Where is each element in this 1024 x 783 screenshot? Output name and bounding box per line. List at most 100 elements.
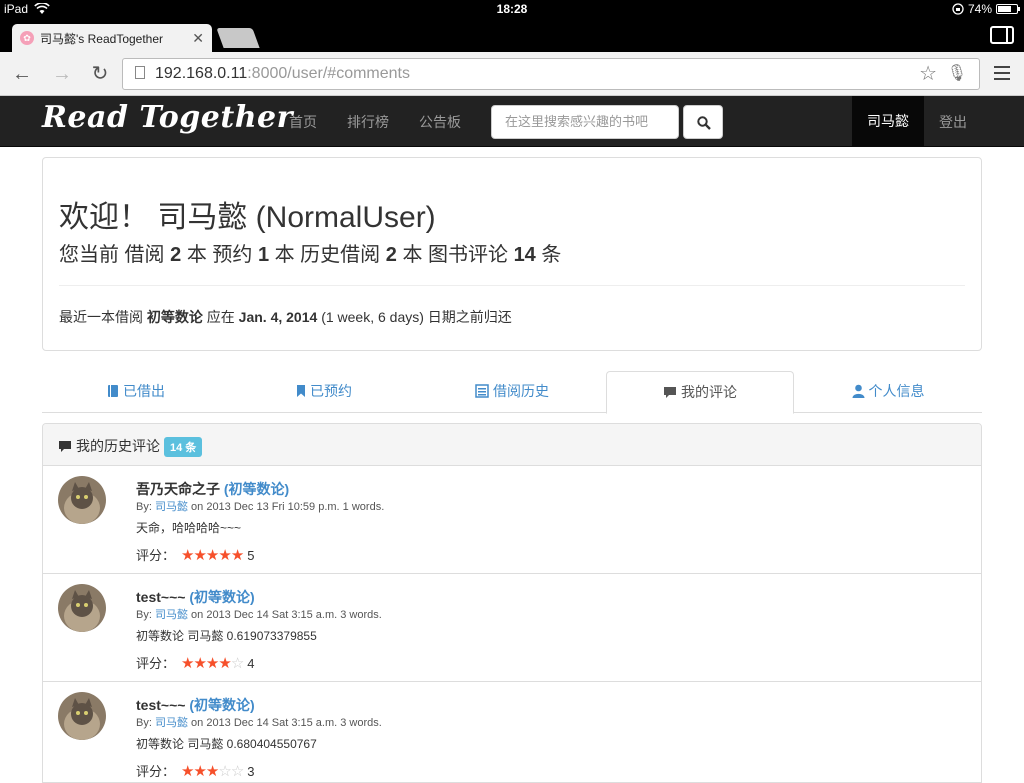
logout-link[interactable]: 登出 (939, 112, 967, 132)
due-notice: 最近一本借阅 初等数论 应在 Jan. 4, 2014 (1 week, 6 d… (59, 309, 512, 325)
new-tab-button[interactable] (216, 28, 260, 48)
star-filled-icon: ★ (205, 547, 219, 564)
star-filled-icon: ★ (193, 655, 206, 672)
book-link[interactable]: (初等数论) (189, 589, 254, 605)
star-empty-icon: ☆ (230, 763, 244, 780)
star-empty-icon: ☆ (230, 655, 244, 672)
comment-body: 天命，哈哈哈哈~~~ (136, 521, 242, 535)
welcome-heading: 欢迎！ 司马懿 (NormalUser) (59, 201, 436, 234)
star-empty-icon: ☆ (218, 763, 231, 780)
reload-icon[interactable]: ↻ (88, 62, 112, 86)
author-link[interactable]: 司马懿 (155, 501, 188, 513)
comment-meta: By: 司马懿 on 2013 Dec 14 Sat 3:15 a.m. 3 w… (136, 717, 382, 729)
search-button[interactable] (683, 105, 723, 139)
nav-link-ranking[interactable]: 排行榜 (347, 112, 389, 132)
bookmark-star-icon[interactable]: ☆ (919, 59, 937, 89)
browser-tab-strip: ✿ 司马懿's ReadTogether ✕ (0, 20, 1024, 52)
tab-my-comments[interactable]: 我的评论 (606, 371, 794, 414)
user-stats: 您当前 借阅 2 本 预约 1 本 历史借阅 2 本 图书评论 14 条 (59, 244, 562, 266)
avatar[interactable] (58, 692, 106, 740)
comment-meta: By: 司马懿 on 2013 Dec 13 Fri 10:59 p.m. 1 … (136, 501, 385, 513)
rating-value: 4 (247, 656, 255, 671)
comments-panel: 我的历史评论 14 条 吾乃天命之子 (初等数论) By: 司马懿 on 2013… (42, 423, 982, 783)
divider (59, 285, 965, 286)
close-tab-icon[interactable]: ✕ (192, 30, 204, 47)
comment-count: 14 (513, 244, 536, 266)
star-filled-icon: ★ (205, 655, 219, 672)
url-host: 192.168.0.11 (155, 65, 248, 82)
cat-photo-icon (58, 476, 106, 524)
menu-icon[interactable] (994, 66, 1010, 80)
rotation-lock-icon (952, 3, 964, 15)
browser-tab-title: 司马懿's ReadTogether (40, 31, 164, 46)
comment-item: test~~~ (初等数论) By: 司马懿 on 2013 Dec 14 Sa… (43, 574, 981, 682)
star-filled-icon: ★ (193, 763, 206, 780)
brand-logo[interactable]: Read Together (42, 100, 293, 135)
nav-user[interactable]: 司马懿 (852, 96, 924, 147)
search-icon (697, 116, 711, 130)
star-filled-icon: ★ (181, 547, 194, 564)
address-bar[interactable]: 192.168.0.11:8000/user/#comments ☆ 🎙︎ (122, 58, 980, 90)
microphone-icon[interactable]: 🎙︎ (947, 59, 967, 89)
star-filled-icon: ★ (193, 547, 206, 564)
comment-item: 吾乃天命之子 (初等数论) By: 司马懿 on 2013 Dec 13 Fri… (43, 466, 981, 574)
nav-link-board[interactable]: 公告板 (419, 112, 461, 132)
site-navbar: Read Together 首页 排行榜 公告板 在这里搜索感兴趣的书吧 司马懿… (0, 96, 1024, 147)
battery-icon (996, 4, 1020, 14)
comment-list: 吾乃天命之子 (初等数论) By: 司马懿 on 2013 Dec 13 Fri… (43, 466, 981, 782)
book-link[interactable]: (初等数论) (224, 481, 289, 497)
book-link[interactable]: (初等数论) (189, 697, 254, 713)
comment-count-badge: 14 条 (164, 437, 203, 457)
page-icon (135, 66, 145, 79)
comment-title: 吾乃天命之子 (初等数论) (136, 481, 290, 497)
comment-icon (59, 441, 71, 452)
welcome-panel: 欢迎！ 司马懿 (NormalUser) 您当前 借阅 2 本 预约 1 本 历… (42, 157, 982, 351)
battery-fill (998, 6, 1012, 12)
browser-toolbar: ← → ↻ 192.168.0.11:8000/user/#comments ☆… (0, 52, 1024, 96)
url-path: :8000/user/#comments (247, 65, 410, 82)
profile-tabs: 已借出 已预约 借阅历史 我的评论 个人信息 (42, 371, 982, 414)
avatar[interactable] (58, 476, 106, 524)
status-bar: iPad 18:28 74% (0, 0, 1024, 20)
star-rating: ★★★☆☆ (181, 763, 244, 780)
rating-value: 5 (247, 548, 255, 563)
comment-rating: 评分： ★★★★★ 5 (136, 547, 255, 564)
battery-percent: 74% (967, 2, 992, 16)
star-rating: ★★★★☆ (181, 655, 244, 672)
star-filled-icon: ★ (218, 655, 231, 672)
comment-icon (664, 387, 676, 398)
tab-borrowed[interactable]: 已借出 (42, 371, 230, 413)
forward-arrow-icon[interactable]: → (50, 62, 74, 86)
star-filled-icon: ★ (181, 655, 194, 672)
tab-switcher-icon[interactable] (990, 26, 1014, 44)
avatar[interactable] (58, 584, 106, 632)
list-icon (475, 384, 489, 398)
browser-tab[interactable]: ✿ 司马懿's ReadTogether ✕ (12, 24, 212, 52)
clock: 18:28 (496, 2, 528, 16)
comment-title: test~~~ (初等数论) (136, 697, 255, 713)
cat-photo-icon (58, 692, 106, 740)
author-link[interactable]: 司马懿 (155, 609, 188, 621)
star-filled-icon: ★ (218, 547, 231, 564)
bookmark-icon (297, 385, 305, 397)
reserved-count: 1 (257, 244, 270, 266)
comment-rating: 评分： ★★★★☆ 4 (136, 655, 255, 672)
book-icon (108, 385, 118, 397)
nav-link-home[interactable]: 首页 (289, 112, 317, 132)
tab-reserved[interactable]: 已预约 (230, 371, 418, 413)
comment-meta: By: 司马懿 on 2013 Dec 14 Sat 3:15 a.m. 3 w… (136, 609, 382, 621)
star-filled-icon: ★ (205, 763, 219, 780)
user-icon (852, 384, 864, 398)
author-link[interactable]: 司马懿 (155, 717, 188, 729)
tab-profile[interactable]: 个人信息 (794, 371, 982, 413)
back-arrow-icon[interactable]: ← (10, 62, 34, 86)
star-rating: ★★★★★ (181, 547, 244, 564)
due-date: Jan. 4, 2014 (238, 309, 318, 325)
comment-body: 初等数论 司马懿 0.619073379855 (136, 629, 317, 643)
star-filled-icon: ★ (181, 763, 194, 780)
comment-rating: 评分： ★★★☆☆ 3 (136, 763, 255, 780)
due-book: 初等数论 (146, 309, 203, 325)
tab-history[interactable]: 借阅历史 (418, 371, 606, 413)
search-input[interactable]: 在这里搜索感兴趣的书吧 (491, 105, 679, 139)
comment-body: 初等数论 司马懿 0.680404550767 (136, 737, 317, 751)
